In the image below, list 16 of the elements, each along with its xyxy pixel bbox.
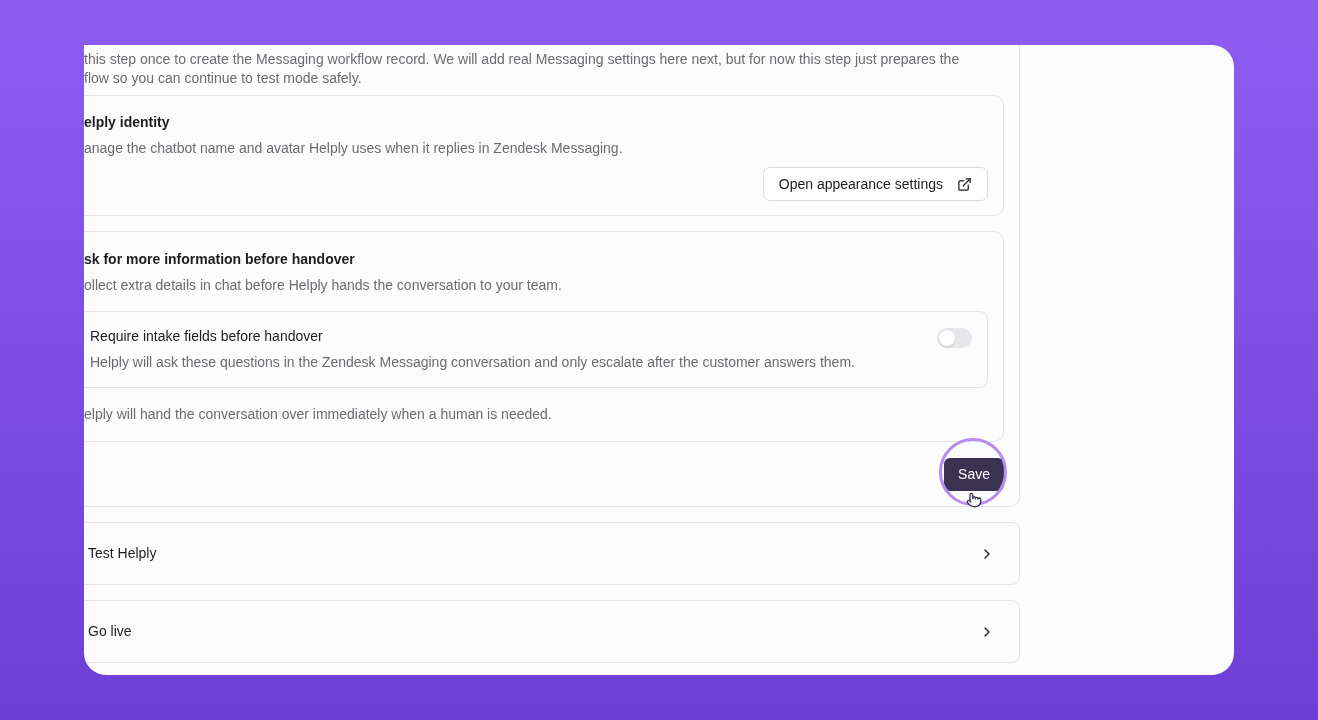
step-row[interactable]: Test Helply	[84, 522, 1020, 585]
handover-note: elply will hand the conversation over immediately when a human is needed.	[84, 405, 553, 424]
card-description: ollect extra details in chat before Helply hands the conversation to your team.	[84, 276, 563, 295]
open-appearance-settings-button[interactable]: Open appearance settings	[762, 167, 988, 201]
option-title: Require intake fields before handover	[90, 327, 324, 346]
toggle-switch[interactable]	[937, 328, 972, 348]
hand-cursor-icon	[966, 492, 982, 508]
card-title: sk for more information before handover	[84, 250, 356, 269]
external-link-icon	[957, 176, 972, 192]
option-description: Helply will ask these questions in the Zendesk Messaging conversation and only escalate after the customer answers them.	[90, 353, 855, 372]
intro-text: this step once to create the Messaging workflow record. We will add real Messaging settings here next, but for now this step just prepares the	[84, 50, 961, 69]
card-description: anage the chatbot name and avatar Helply uses when it replies in Zendesk Messaging.	[84, 139, 624, 158]
save-button[interactable]: Save	[944, 458, 1004, 491]
step-row[interactable]: Go live	[84, 600, 1020, 663]
intro-text: flow so you can continue to test mode safely.	[84, 69, 363, 88]
card-title: elply identity	[84, 113, 171, 132]
